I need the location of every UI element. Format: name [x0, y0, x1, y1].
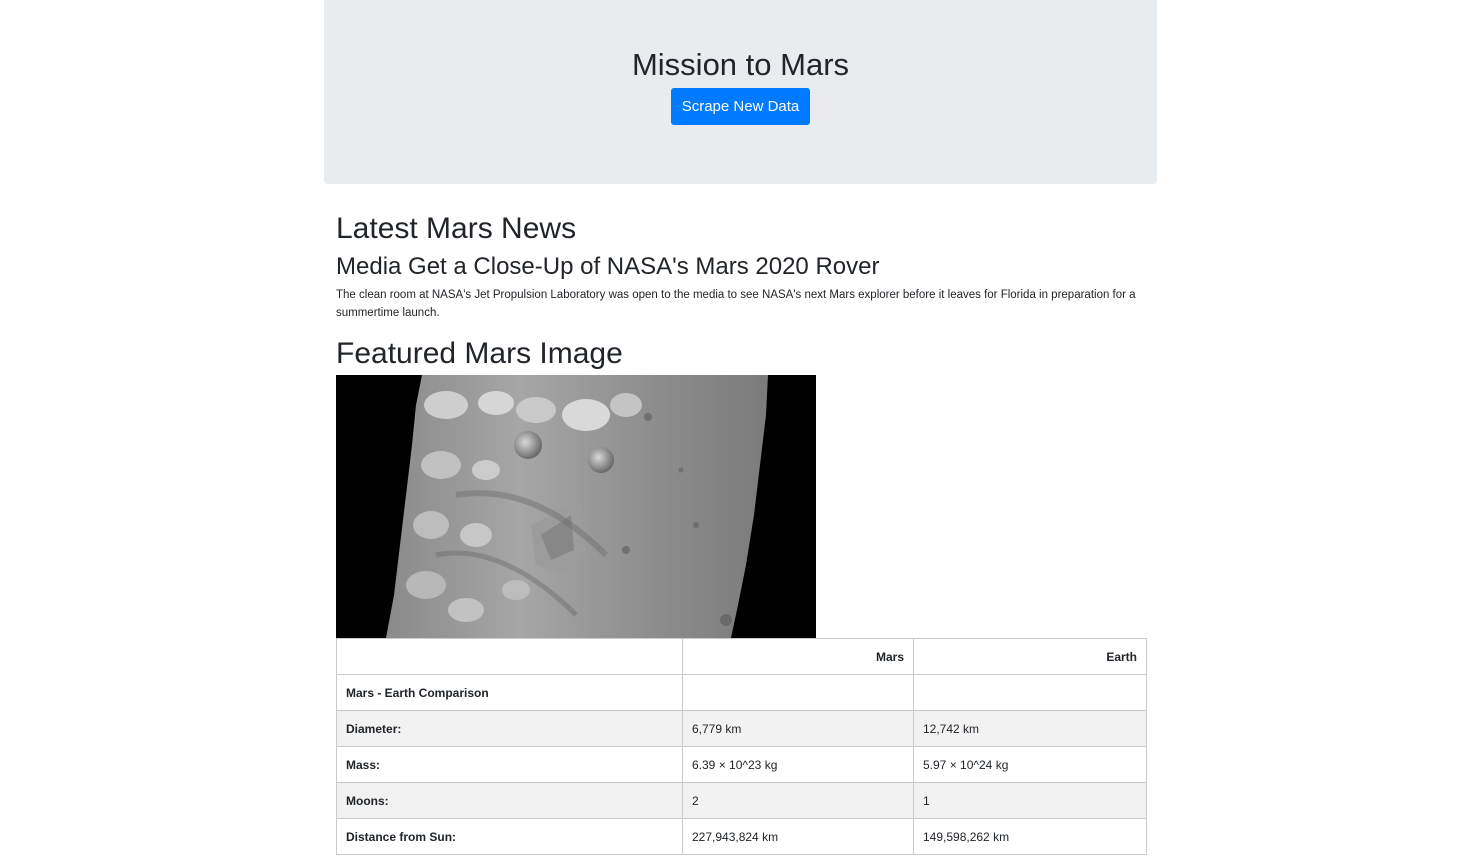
featured-image-section-title: Featured Mars Image	[336, 337, 623, 370]
mars-value: 6.39 × 10^23 kg	[682, 746, 914, 783]
earth-value: 149,598,262 km	[913, 818, 1147, 855]
table-header-mars: Mars	[682, 638, 914, 675]
news-paragraph: The clean room at NASA's Jet Propulsion …	[336, 289, 1136, 319]
table-header-earth: Earth	[913, 638, 1147, 675]
table-header-cell	[336, 638, 683, 675]
mars-earth-facts-table: Mars Earth Mars - Earth Comparison Diame…	[336, 638, 1147, 855]
table-row: Mars - Earth Comparison	[336, 674, 1147, 711]
mars-surface-image	[336, 375, 816, 638]
earth-value: 5.97 × 10^24 kg	[913, 746, 1147, 783]
row-label: Moons:	[336, 782, 683, 819]
mars-value: 2	[682, 782, 914, 819]
earth-value: 12,742 km	[913, 710, 1147, 747]
mars-value: 6,779 km	[682, 710, 914, 747]
featured-mars-image	[336, 375, 816, 638]
table-row: Mass: 6.39 × 10^23 kg 5.97 × 10^24 kg	[336, 746, 1147, 783]
table-row: Diameter: 6,779 km 12,742 km	[336, 710, 1147, 747]
header-jumbotron: Mission to Mars Scrape New Data	[324, 0, 1157, 184]
mars-value: 227,943,824 km	[682, 818, 914, 855]
table-row: Distance from Sun: 227,943,824 km 149,59…	[336, 818, 1147, 855]
row-label: Diameter:	[336, 710, 683, 747]
row-label: Mars - Earth Comparison	[336, 674, 683, 711]
news-headline: Media Get a Close-Up of NASA's Mars 2020…	[336, 253, 880, 280]
earth-value	[913, 674, 1147, 711]
row-label: Mass:	[336, 746, 683, 783]
row-label: Distance from Sun:	[336, 818, 683, 855]
mars-value	[682, 674, 914, 711]
news-section-title: Latest Mars News	[336, 212, 577, 245]
table-row: Moons: 2 1	[336, 782, 1147, 819]
page-title: Mission to Mars	[631, 47, 850, 82]
scrape-new-data-button[interactable]: Scrape New Data	[671, 88, 810, 125]
earth-value: 1	[913, 782, 1147, 819]
table-header-row: Mars Earth	[336, 638, 1147, 675]
